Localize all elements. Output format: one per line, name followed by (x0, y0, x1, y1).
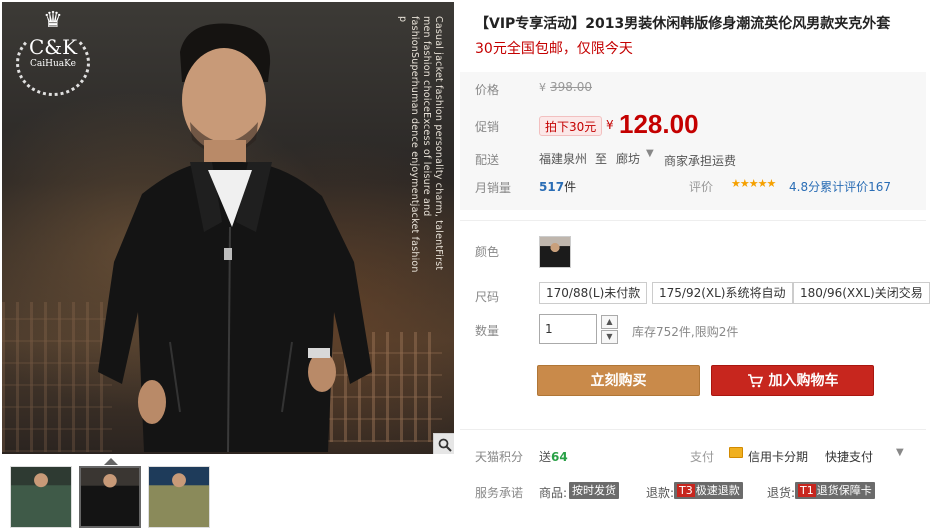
add-to-cart-button[interactable]: 加入购物车 (711, 365, 874, 396)
sales-unit: 件 (564, 180, 577, 194)
add-to-cart-label: 加入购物车 (768, 373, 839, 389)
buy-now-button[interactable]: 立刻购买 (537, 365, 700, 396)
service-return-tag[interactable]: T1 退货保障卡 (795, 482, 875, 499)
quantity-input[interactable] (539, 314, 597, 344)
product-subtitle: 30元全国包邮，仅限今天 (475, 41, 633, 57)
chevron-down-icon[interactable]: ▼ (896, 447, 904, 458)
shipping-fee: 商家承担运费 (664, 154, 737, 168)
promo-tag: 拍下30元 (539, 116, 603, 136)
original-price-label: 价格 (475, 83, 500, 97)
return-tag-text: 退货保障卡 (816, 484, 872, 497)
original-price: 398.00 (550, 80, 592, 94)
ship-destination-select[interactable]: 廊坊 (616, 150, 640, 167)
product-title: 【VIP专享活动】2013男装休闲韩版修身潮流英伦风男款夹克外套 (475, 16, 891, 32)
refund-tag-text: 极速退款 (695, 484, 740, 497)
points-value: 64 (551, 450, 568, 464)
quick-pay[interactable]: 快捷支付 (825, 448, 873, 465)
stock-info: 库存752件,限购2件 (632, 325, 739, 339)
points-prefix: 送 (539, 450, 552, 464)
credit-card-installment[interactable]: 信用卡分期 (748, 448, 808, 465)
shipping-label: 配送 (475, 153, 500, 167)
quantity-increase-button[interactable]: ▲ (601, 315, 618, 329)
tmall-points: 送64 (539, 448, 568, 465)
size-option[interactable]: 175/92(XL)系统将自动 (652, 282, 793, 304)
size-option[interactable]: 180/96(XXL)关闭交易 (793, 282, 930, 304)
size-option[interactable]: 170/88(L)未付款 (539, 282, 648, 304)
rating-summary-link[interactable]: 4.8分累计评价167 (789, 178, 891, 195)
ship-to-word: 至 (595, 152, 608, 166)
cart-icon (747, 374, 763, 388)
product-gallery: ♛ C&K CaiHuaKe Casual jacket fashion per… (0, 0, 456, 529)
brand-logo: ♛ C&K CaiHuaKe (12, 10, 94, 98)
color-label: 颜色 (475, 245, 500, 259)
service-refund-label: 退款: (646, 486, 675, 500)
promo-label: 促销 (475, 120, 500, 134)
service-refund-tag[interactable]: T3 极速退款 (674, 482, 743, 499)
tmall-points-label: 天猫积分 (475, 450, 524, 464)
main-product-photo[interactable]: ♛ C&K CaiHuaKe Casual jacket fashion per… (2, 2, 454, 454)
service-return-label: 退货: (767, 486, 796, 500)
return-t-badge: T1 (798, 484, 816, 497)
thumbnail-1[interactable] (10, 466, 72, 528)
service-goods-tag[interactable]: 按时发货 (569, 482, 619, 499)
zoom-button[interactable] (433, 433, 454, 454)
monthly-sales-label: 月销量 (475, 181, 512, 195)
chevron-down-icon[interactable]: ▼ (646, 148, 654, 159)
thumbnail-strip (2, 456, 454, 529)
currency-symbol: ¥ (539, 81, 546, 94)
credit-card-icon (729, 447, 743, 458)
wreath-decoration (16, 30, 90, 96)
thumbnail-3[interactable] (148, 466, 210, 528)
extra-info-panel (460, 429, 926, 529)
promo-price: 128.00 (619, 109, 699, 139)
sales-count: 517 (539, 180, 565, 194)
model-wearing-jacket (98, 23, 372, 453)
crown-icon: ♛ (43, 8, 63, 33)
thumbnail-2[interactable] (79, 466, 141, 528)
rating-label: 评价 (689, 180, 714, 194)
product-info-panel: 【VIP专享活动】2013男装休闲韩版修身潮流英伦风男款夹克外套 30元全国包邮… (456, 0, 930, 529)
payment-label: 支付 (690, 450, 715, 464)
color-option-black[interactable] (539, 236, 571, 268)
currency-symbol: ¥ (606, 118, 614, 132)
quantity-label: 数量 (475, 324, 500, 338)
active-thumb-indicator (104, 458, 118, 465)
magnifier-icon (438, 438, 452, 452)
refund-t-badge: T3 (677, 484, 695, 497)
service-goods-label: 商品: (539, 486, 568, 500)
monthly-sales: 517件 (539, 178, 576, 195)
quantity-decrease-button[interactable]: ▼ (601, 330, 618, 344)
size-label: 尺码 (475, 290, 500, 304)
service-label: 服务承诺 (475, 486, 524, 500)
star-rating-icon: ★★★★★ (731, 177, 776, 190)
photo-overlay-text: Casual jacket fashion personality charm,… (397, 16, 444, 273)
ship-from: 福建泉州 (539, 152, 588, 166)
